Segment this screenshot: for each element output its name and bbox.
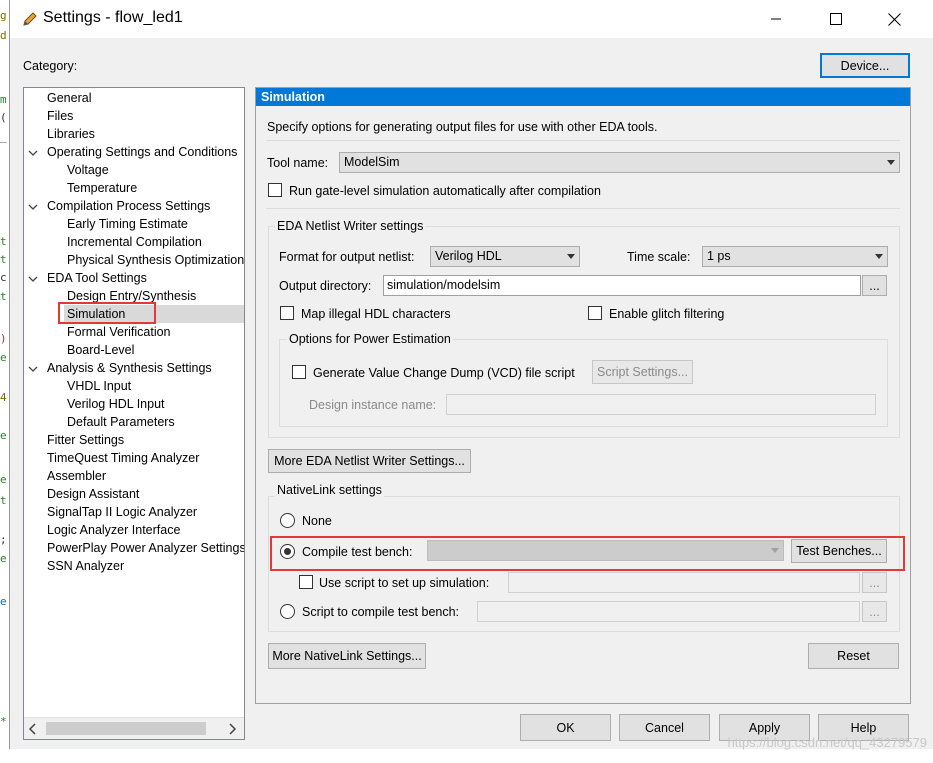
tool-name-select[interactable]: ModelSim	[339, 152, 900, 173]
tool-name-label: Tool name:	[267, 156, 329, 170]
vcd-label: Generate Value Change Dump (VCD) file sc…	[313, 366, 575, 380]
chevron-down-icon	[875, 254, 883, 259]
title-bar: Settings - flow_led1	[10, 0, 933, 38]
category-tree[interactable]: General Files Libraries Operating Settings …	[23, 87, 245, 740]
nativelink-group-title: NativeLink settings	[275, 483, 384, 497]
window-title: Settings - flow_led1	[43, 9, 183, 26]
timescale-select[interactable]: 1 ps	[702, 246, 888, 267]
tree-item[interactable]: Design Assistant	[47, 485, 139, 503]
use-script-label: Use script to set up simulation:	[319, 576, 490, 590]
chevron-down-icon	[567, 254, 575, 259]
tree-item[interactable]: Analysis & Synthesis Settings	[47, 359, 212, 377]
run-gate-level-checkbox[interactable]	[268, 183, 282, 197]
reset-button[interactable]: Reset	[808, 643, 899, 669]
settings-pencil-icon	[22, 11, 38, 30]
enable-glitch-label: Enable glitch filtering	[609, 307, 725, 321]
tree-item[interactable]: Early Timing Estimate	[67, 215, 188, 233]
compile-test-bench-highlight-box	[270, 536, 905, 571]
timescale-label: Time scale:	[627, 250, 691, 264]
design-instance-label: Design instance name:	[309, 398, 437, 412]
settings-panel: Simulation Specify options for generatin…	[255, 87, 911, 704]
more-nativelink-settings-button[interactable]: More NativeLink Settings...	[268, 643, 426, 669]
tree-item[interactable]: Fitter Settings	[47, 431, 124, 449]
use-script-browse-button[interactable]: ...	[862, 572, 887, 593]
tree-item[interactable]: Physical Synthesis Optimization	[67, 251, 244, 269]
output-dir-input[interactable]: simulation/modelsim	[383, 275, 861, 296]
run-gate-level-label: Run gate-level simulation automatically …	[289, 184, 601, 198]
separator	[266, 140, 900, 141]
tree-item[interactable]: General	[47, 89, 91, 107]
tree-item[interactable]: Compilation Process Settings	[47, 197, 210, 215]
tree-item[interactable]: SignalTap II Logic Analyzer	[47, 503, 197, 521]
expand-chevron-icon[interactable]	[28, 147, 38, 157]
tree-item[interactable]: Temperature	[67, 179, 137, 197]
power-estimation-title: Options for Power Estimation	[287, 332, 453, 346]
tree-item[interactable]: Logic Analyzer Interface	[47, 521, 180, 539]
timescale-value: 1 ps	[707, 249, 731, 263]
scroll-left-icon[interactable]	[28, 723, 38, 738]
tree-item[interactable]: Libraries	[47, 125, 95, 143]
tool-name-value: ModelSim	[344, 155, 400, 169]
output-dir-browse-button[interactable]: ...	[862, 275, 887, 296]
tree-item[interactable]: Assembler	[47, 467, 106, 485]
scroll-right-icon[interactable]	[227, 723, 237, 738]
scrollbar-thumb[interactable]	[46, 722, 206, 735]
tree-item[interactable]: Operating Settings and Conditions	[47, 143, 237, 161]
use-script-input[interactable]	[508, 572, 860, 593]
none-radio-label: None	[302, 514, 332, 528]
tree-item[interactable]: Default Parameters	[67, 413, 175, 431]
device-button[interactable]: Device...	[820, 53, 910, 78]
horizontal-scrollbar[interactable]	[24, 717, 244, 739]
use-script-checkbox[interactable]	[299, 575, 313, 589]
cancel-button[interactable]: Cancel	[619, 714, 710, 741]
close-button[interactable]	[865, 0, 923, 38]
none-radio[interactable]	[280, 513, 295, 528]
panel-description: Specify options for generating output fi…	[267, 120, 658, 134]
expand-chevron-icon[interactable]	[28, 273, 38, 283]
format-label: Format for output netlist:	[279, 250, 415, 264]
tree-item[interactable]: Board-Level	[67, 341, 134, 359]
script-compile-input[interactable]	[477, 601, 860, 622]
tree-item[interactable]: EDA Tool Settings	[47, 269, 147, 287]
tree-item[interactable]: Verilog HDL Input	[67, 395, 165, 413]
panel-heading: Simulation	[256, 88, 910, 106]
tree-item[interactable]: Files	[47, 107, 73, 125]
format-select[interactable]: Verilog HDL	[430, 246, 580, 267]
tree-item[interactable]: Incremental Compilation	[67, 233, 202, 251]
category-label: Category:	[23, 59, 78, 73]
eda-netlist-group-title: EDA Netlist Writer settings	[275, 219, 426, 233]
tree-item[interactable]: VHDL Input	[67, 377, 131, 395]
script-compile-label: Script to compile test bench:	[302, 605, 460, 619]
minimize-button[interactable]	[747, 0, 805, 38]
enable-glitch-checkbox[interactable]	[588, 306, 602, 320]
output-dir-label: Output directory:	[279, 279, 372, 293]
maximize-icon	[830, 13, 842, 25]
tree-item[interactable]: Voltage	[67, 161, 109, 179]
design-instance-input[interactable]	[446, 394, 876, 415]
separator	[266, 208, 900, 209]
tree-item[interactable]: PowerPlay Power Analyzer Settings	[47, 539, 244, 557]
map-illegal-label: Map illegal HDL characters	[301, 307, 451, 321]
more-eda-settings-button[interactable]: More EDA Netlist Writer Settings...	[268, 449, 471, 473]
script-compile-browse-button[interactable]: ...	[862, 601, 887, 622]
tree-item[interactable]: SSN Analyzer	[47, 557, 124, 575]
script-compile-radio[interactable]	[280, 604, 295, 619]
chevron-down-icon	[887, 160, 895, 165]
maximize-button[interactable]	[807, 0, 865, 38]
tree-item[interactable]: Formal Verification	[67, 323, 171, 341]
tree-item[interactable]: TimeQuest Timing Analyzer	[47, 449, 199, 467]
close-icon	[887, 12, 901, 26]
vcd-checkbox[interactable]	[292, 365, 306, 379]
ok-button[interactable]: OK	[520, 714, 611, 741]
map-illegal-checkbox[interactable]	[280, 306, 294, 320]
expand-chevron-icon[interactable]	[28, 201, 38, 211]
simulation-highlight-box	[58, 302, 156, 324]
script-settings-button[interactable]: Script Settings...	[592, 360, 693, 384]
format-value: Verilog HDL	[435, 249, 502, 263]
minimize-icon	[771, 18, 781, 20]
watermark: https://blog.csdn.net/qq_43279579	[727, 735, 928, 750]
settings-dialog: Settings - flow_led1 Category: Device...…	[9, 0, 933, 749]
expand-chevron-icon[interactable]	[28, 363, 38, 373]
